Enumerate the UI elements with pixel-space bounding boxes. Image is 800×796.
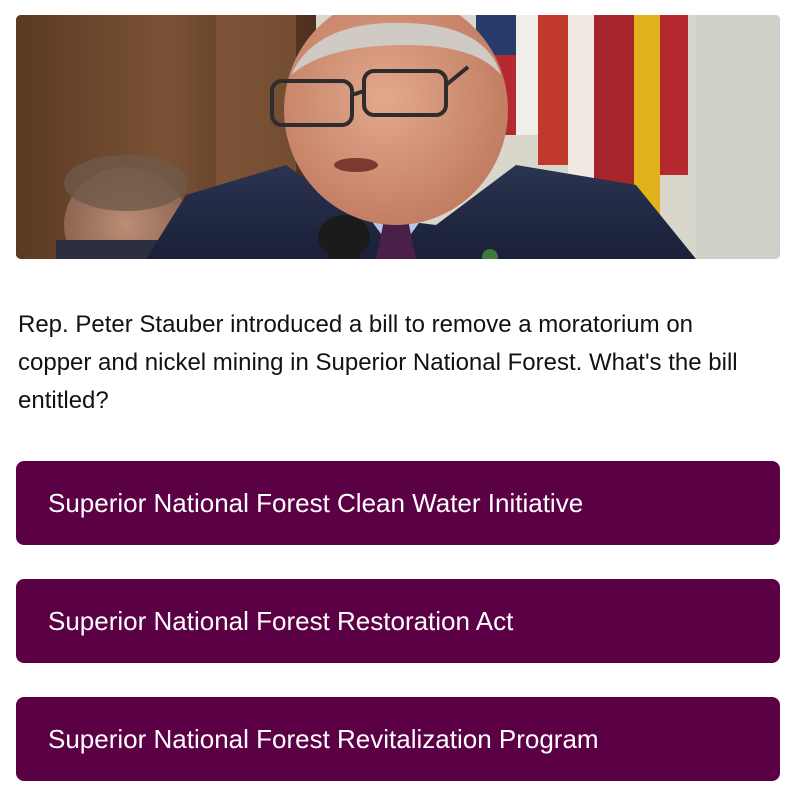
answer-option-label: Superior National Forest Restoration Act [48, 605, 514, 636]
answer-list: Superior National Forest Clean Water Ini… [16, 461, 780, 781]
header-photo [16, 15, 780, 259]
answer-option-label: Superior National Forest Clean Water Ini… [48, 487, 584, 518]
answer-option-label: Superior National Forest Revitalization … [48, 723, 599, 754]
answer-option-3[interactable]: Superior National Forest Revitalization … [16, 697, 780, 781]
congressman-speaking-photo [16, 15, 780, 259]
answer-option-2[interactable]: Superior National Forest Restoration Act [16, 579, 780, 663]
answer-option-1[interactable]: Superior National Forest Clean Water Ini… [16, 461, 780, 545]
question-text: Rep. Peter Stauber introduced a bill to … [18, 311, 738, 414]
